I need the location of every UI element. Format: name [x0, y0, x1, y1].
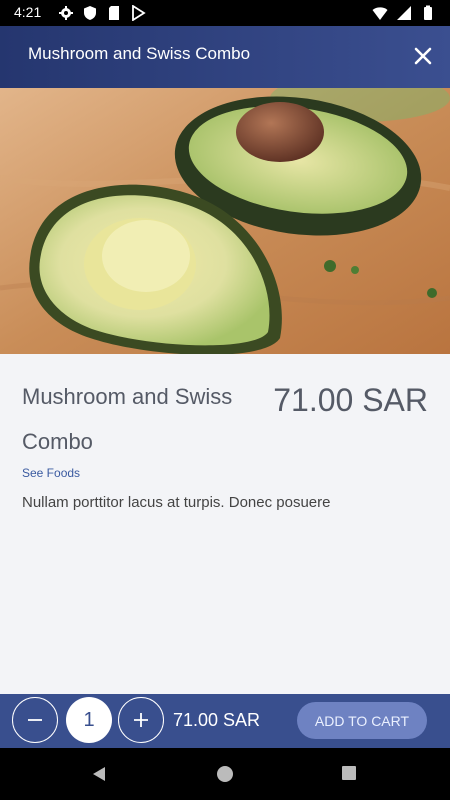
cart-action-bar: 1 71.00 SAR ADD TO CART: [0, 694, 450, 748]
home-icon[interactable]: [216, 765, 234, 783]
product-image: [0, 88, 450, 354]
settings-icon: [59, 6, 73, 20]
battery-icon: [424, 5, 432, 20]
recents-icon[interactable]: [341, 765, 357, 781]
app-bar-title: Mushroom and Swiss Combo: [28, 44, 251, 63]
product-name: Mushroom and Swiss Combo: [22, 384, 233, 454]
increase-quantity-button[interactable]: [118, 697, 164, 743]
product-description: Nullam porttitor lacus at turpis. Donec …: [22, 494, 331, 511]
status-time: 4:21: [14, 4, 42, 20]
play-store-icon: [132, 5, 146, 21]
wifi-icon: [372, 7, 388, 20]
minus-icon: [28, 719, 42, 721]
back-icon[interactable]: [90, 765, 108, 783]
shield-icon: [84, 6, 96, 20]
product-details: Mushroom and Swiss Combo 71.00 SAR See F…: [0, 354, 450, 694]
signal-icon: [397, 6, 411, 20]
sdcard-icon: [109, 6, 119, 20]
plus-icon: [134, 713, 148, 727]
close-icon[interactable]: [412, 45, 434, 67]
product-price: 71.00 SAR: [273, 382, 428, 418]
add-to-cart-button[interactable]: ADD TO CART: [297, 702, 427, 739]
quantity-display: 1: [66, 697, 112, 743]
cart-total: 71.00 SAR: [173, 710, 261, 730]
decrease-quantity-button[interactable]: [12, 697, 58, 743]
system-nav-bar: [0, 748, 450, 800]
status-bar: 4:21: [0, 0, 450, 26]
app-bar: Mushroom and Swiss Combo: [0, 26, 450, 88]
see-foods-link[interactable]: See Foods: [22, 466, 80, 480]
